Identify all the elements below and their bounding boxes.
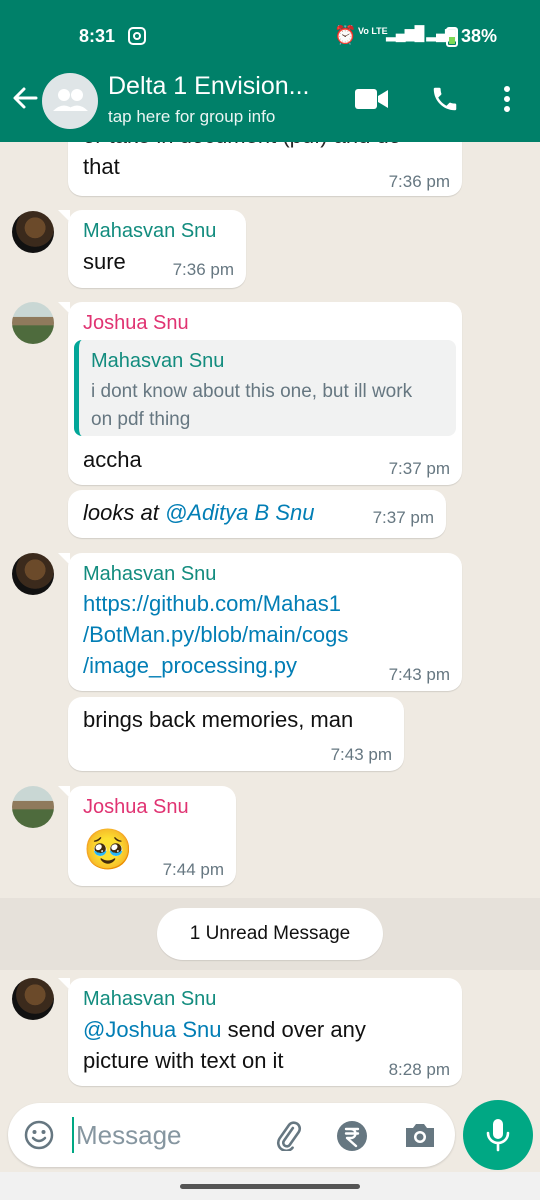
message-text: brings back memories, man [83, 707, 354, 732]
quoted-text: i dont know about this one, but ill work… [91, 381, 413, 430]
quoted-message[interactable]: Mahasvan Snu i dont know about this one,… [74, 340, 456, 436]
message-text: that [83, 154, 120, 179]
message-time: 8:28 pm [388, 1060, 450, 1079]
voice-message-button[interactable] [463, 1100, 533, 1170]
camera-icon[interactable] [403, 1120, 437, 1150]
message-bubble[interactable]: or take in document (pdf) and do that 7:… [68, 142, 462, 196]
chat-header: 8:31 ⏰ Vo LTE ▂▄▆█ ▂▄▆ 38% Delta 1 Envis… [0, 0, 540, 142]
sender-name[interactable]: Joshua Snu [83, 312, 189, 335]
sender-name[interactable]: Mahasvan Snu [83, 563, 216, 586]
group-avatar-icon[interactable] [42, 73, 98, 129]
message-text: accha [83, 447, 142, 472]
composer-bar [8, 1103, 455, 1167]
sender-name[interactable]: Mahasvan Snu [83, 988, 216, 1011]
volte-indicator: Vo LTE [358, 26, 388, 36]
quoted-sender: Mahasvan Snu [91, 350, 225, 372]
avatar[interactable] [12, 553, 54, 595]
message-link[interactable]: /BotMan.py/blob/main/cogs [83, 619, 348, 651]
sender-name[interactable]: Mahasvan Snu [83, 220, 216, 243]
status-bar: 8:31 ⏰ Vo LTE ▂▄▆█ ▂▄▆ 38% [0, 24, 540, 52]
video-call-icon[interactable] [354, 84, 390, 114]
phone-icon[interactable] [430, 84, 460, 114]
emoji-icon[interactable] [24, 1120, 54, 1150]
battery-icon [446, 27, 458, 47]
avatar[interactable] [12, 978, 54, 1020]
message-text-prefix: looks at [83, 500, 165, 525]
message-list[interactable]: or take in document (pdf) and do that 7:… [0, 142, 540, 1100]
avatar[interactable] [12, 302, 54, 344]
group-info-hint[interactable]: tap here for group info [108, 107, 275, 127]
message-bubble[interactable]: brings back memories, man 7:43 pm [68, 697, 404, 771]
message-bubble[interactable]: Mahasvan Snu @Joshua Snu send over any p… [58, 978, 462, 1086]
mention-link[interactable]: @Aditya B Snu [165, 500, 315, 525]
message-text-suffix: send over any [221, 1017, 366, 1042]
group-title[interactable]: Delta 1 Envision... [108, 72, 310, 101]
message-text: sure [83, 249, 126, 274]
message-text-line2: picture with text on it [83, 1048, 284, 1073]
alarm-icon: ⏰ [334, 25, 357, 45]
instagram-notification-icon [128, 27, 146, 45]
message-text: @Joshua Snu send over any [83, 1014, 366, 1046]
rupee-icon[interactable] [336, 1120, 368, 1152]
message-time: 7:37 pm [372, 508, 434, 527]
attach-icon[interactable] [272, 1119, 304, 1151]
signal-icon: ▂▄▆█ ▂▄▆ [386, 25, 456, 41]
more-vert-icon[interactable] [500, 84, 514, 114]
battery-percent: 38% [461, 26, 498, 46]
message-link[interactable]: https://github.com/Mahas1 [83, 588, 341, 620]
message-bubble[interactable]: Mahasvan Snu https://github.com/Mahas1 /… [58, 553, 462, 691]
message-bubble[interactable]: Joshua Snu 🥹 7:44 pm [58, 786, 236, 886]
mic-icon [486, 1119, 510, 1152]
message-time: 7:36 pm [172, 260, 234, 279]
message-link[interactable]: /image_processing.py [83, 650, 297, 682]
message-bubble[interactable]: looks at @Aditya B Snu 7:37 pm [68, 490, 446, 538]
message-bubble[interactable]: Joshua Snu Mahasvan Snu i dont know abou… [58, 302, 462, 485]
emoji-message: 🥹 [83, 828, 133, 872]
back-arrow-icon[interactable] [10, 80, 40, 116]
sender-name[interactable]: Joshua Snu [83, 796, 189, 819]
message-text: looks at @Aditya B Snu [83, 497, 314, 529]
status-time: 8:31 [79, 26, 116, 46]
message-time: 7:36 pm [388, 172, 450, 191]
message-input[interactable] [72, 1117, 252, 1153]
message-text-partial: or take in document (pdf) and do [83, 142, 401, 152]
message-time: 7:44 pm [162, 860, 224, 879]
avatar[interactable] [12, 211, 54, 253]
message-bubble[interactable]: Mahasvan Snu sure 7:36 pm [58, 210, 246, 288]
mention-link[interactable]: @Joshua Snu [83, 1017, 222, 1042]
unread-badge: 1 Unread Message [157, 908, 383, 960]
message-time: 7:43 pm [388, 665, 450, 684]
message-time: 7:37 pm [388, 459, 450, 478]
avatar[interactable] [12, 786, 54, 828]
message-time: 7:43 pm [330, 745, 392, 764]
gesture-nav-handle[interactable] [180, 1184, 360, 1189]
